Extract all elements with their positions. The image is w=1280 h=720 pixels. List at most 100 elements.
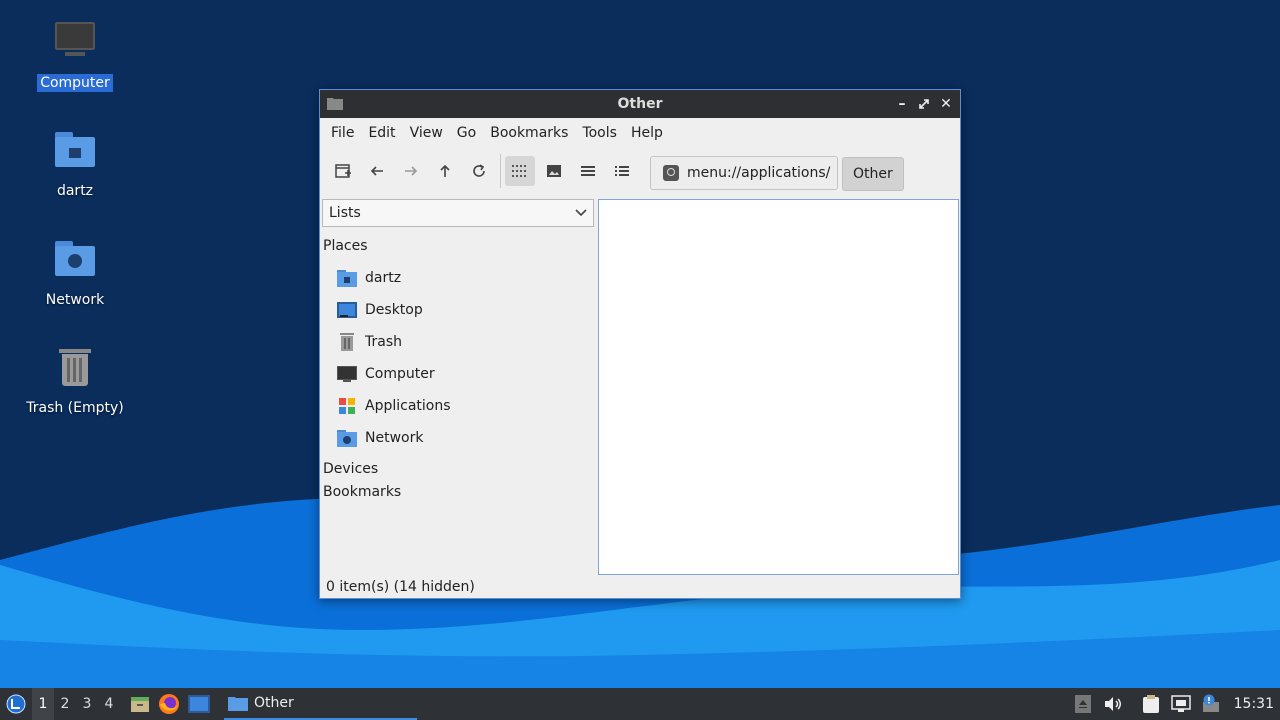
desktop-icon xyxy=(188,695,210,713)
home-folder-icon xyxy=(337,268,357,288)
location-icon xyxy=(663,165,679,181)
up-button[interactable] xyxy=(430,156,460,186)
title-bar[interactable]: Other – ✕ xyxy=(320,90,960,118)
desktop-icon-label: Computer xyxy=(37,74,113,92)
toolbar-separator xyxy=(500,154,501,188)
up-arrow-icon xyxy=(440,164,450,177)
workspace-2[interactable]: 2 xyxy=(54,696,76,712)
sidebar-item-label: dartz xyxy=(365,270,402,286)
thumbnail-view-button[interactable] xyxy=(539,156,569,186)
sidebar-item-dartz[interactable]: dartz xyxy=(320,262,596,294)
places-heading[interactable]: Places xyxy=(320,235,596,258)
location-path: menu://applications/ xyxy=(687,165,831,181)
desktop-icon-network[interactable]: Network xyxy=(20,237,130,309)
menu-bar: File Edit View Go Bookmarks Tools Help xyxy=(320,118,960,148)
reload-button[interactable] xyxy=(464,156,494,186)
location-bar[interactable]: menu://applications/ xyxy=(650,156,838,190)
network-folder-icon xyxy=(51,237,99,285)
workspace-1[interactable]: 1 xyxy=(32,688,54,720)
folder-icon xyxy=(228,697,248,711)
clipboard-button[interactable] xyxy=(1140,693,1162,715)
menu-go[interactable]: Go xyxy=(450,125,483,141)
desktop-icon-label: dartz xyxy=(56,183,94,199)
side-pane-mode-label: Lists xyxy=(329,205,361,221)
firefox-icon xyxy=(159,694,179,714)
sidebar-item-label: Trash xyxy=(365,334,402,350)
taskbar-window-button[interactable]: Other xyxy=(224,688,417,720)
trash-icon xyxy=(51,345,99,393)
close-icon[interactable]: ✕ xyxy=(938,94,954,114)
menu-view[interactable]: View xyxy=(403,125,450,141)
sidebar-item-computer[interactable]: Computer xyxy=(320,358,596,390)
thumbnail-view-icon xyxy=(547,165,561,177)
maximize-icon[interactable] xyxy=(916,94,932,114)
update-notifier-button[interactable] xyxy=(1200,693,1222,715)
devices-heading[interactable]: Devices xyxy=(320,458,596,481)
new-tab-button[interactable] xyxy=(328,156,358,186)
volume-button[interactable] xyxy=(1102,693,1124,715)
desktop-icon-label: Trash (Empty) xyxy=(26,400,124,416)
menu-tools[interactable]: Tools xyxy=(575,125,624,141)
desktop-icon-trash[interactable]: Trash (Empty) xyxy=(20,345,130,417)
detailed-list-icon xyxy=(615,166,629,176)
sidebar-item-label: Network xyxy=(365,430,424,446)
side-pane-mode-select[interactable]: Lists xyxy=(322,199,594,227)
clock[interactable]: 15:31 xyxy=(1234,696,1274,712)
computer-icon xyxy=(337,364,357,384)
sidebar-item-desktop[interactable]: Desktop xyxy=(320,294,596,326)
desktop-icon-label: Network xyxy=(45,292,105,308)
back-button[interactable] xyxy=(362,156,392,186)
forward-button[interactable] xyxy=(396,156,426,186)
clipboard-icon xyxy=(1142,695,1159,713)
menu-file[interactable]: File xyxy=(324,125,361,141)
workspace-4[interactable]: 4 xyxy=(98,696,120,712)
update-notification-icon xyxy=(1202,694,1219,712)
volume-icon xyxy=(1104,697,1121,711)
new-tab-icon xyxy=(335,164,351,178)
eject-icon xyxy=(1074,695,1091,713)
home-folder-icon xyxy=(51,128,99,176)
computer-icon xyxy=(51,20,99,68)
trash-icon xyxy=(337,332,357,352)
icon-view-icon xyxy=(512,165,526,177)
sidebar-item-applications[interactable]: Applications xyxy=(320,390,596,422)
system-tray: 15:31 xyxy=(1068,688,1280,720)
network-wired-icon xyxy=(1170,695,1191,712)
firefox-launcher[interactable] xyxy=(154,688,184,720)
sidebar-item-label: Desktop xyxy=(365,302,423,318)
file-manager-launcher[interactable] xyxy=(126,688,154,720)
compact-view-icon xyxy=(581,166,595,176)
side-pane: Lists Places dartz Desktop Trash Compute… xyxy=(320,197,596,575)
eject-button[interactable] xyxy=(1072,693,1094,715)
show-desktop-button[interactable] xyxy=(184,688,214,720)
desktop-icon xyxy=(337,300,357,320)
desktop-icon-dartz[interactable]: dartz xyxy=(20,128,130,200)
taskbar: 1 2 3 4 Other 15:31 xyxy=(0,688,1280,720)
desktop-icon-computer[interactable]: Computer xyxy=(20,20,130,92)
forward-arrow-icon xyxy=(405,166,418,176)
toolbar: menu://applications/ Other xyxy=(320,148,960,194)
sidebar-item-network[interactable]: Network xyxy=(320,422,596,454)
sidebar-item-label: Computer xyxy=(365,366,435,382)
compact-view-button[interactable] xyxy=(573,156,603,186)
icon-view-button[interactable] xyxy=(505,156,535,186)
sidebar-item-trash[interactable]: Trash xyxy=(320,326,596,358)
chevron-down-icon xyxy=(575,209,587,217)
workspace-3[interactable]: 3 xyxy=(76,696,98,712)
start-menu-button[interactable] xyxy=(0,688,32,720)
file-cabinet-icon xyxy=(131,697,149,712)
menu-help[interactable]: Help xyxy=(624,125,670,141)
status-bar: 0 item(s) (14 hidden) xyxy=(326,579,475,595)
breadcrumb-button[interactable]: Other xyxy=(842,157,904,191)
applications-icon xyxy=(337,396,357,416)
bookmarks-heading[interactable]: Bookmarks xyxy=(320,481,596,504)
menu-bookmarks[interactable]: Bookmarks xyxy=(483,125,575,141)
back-arrow-icon xyxy=(370,166,383,176)
minimize-icon[interactable]: – xyxy=(894,94,910,114)
detailed-list-button[interactable] xyxy=(607,156,637,186)
file-view-area[interactable] xyxy=(598,199,959,575)
window-title: Other xyxy=(617,96,663,112)
menu-edit[interactable]: Edit xyxy=(361,125,402,141)
lubuntu-logo-icon xyxy=(6,694,26,714)
network-status-button[interactable] xyxy=(1170,693,1192,715)
